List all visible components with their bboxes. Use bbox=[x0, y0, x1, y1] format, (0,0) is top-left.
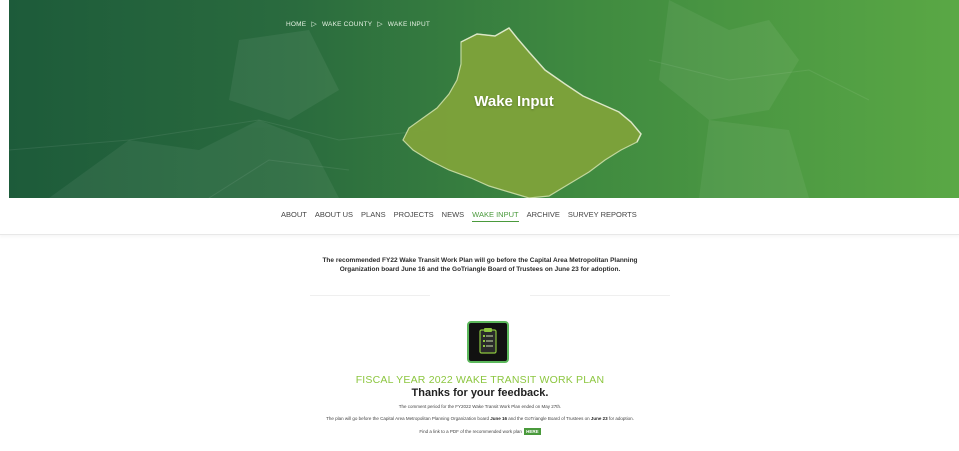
board-date-1: June 16 bbox=[490, 416, 507, 421]
hero-banner: HOME ▷ WAKE COUNTY ▷ WAKE INPUT Wake Inp… bbox=[9, 0, 959, 198]
board-date-2: June 23 bbox=[590, 416, 608, 421]
divider bbox=[310, 295, 430, 296]
pdf-link-label: Find a link to a PDF of the recommended … bbox=[419, 429, 522, 434]
secondary-nav: ABOUT ABOUT US PLANS PROJECTS NEWS WAKE … bbox=[0, 198, 959, 235]
board-text-pre: The plan will go before the Capital Area… bbox=[326, 416, 491, 421]
comment-period-text: The comment period for the FY2022 Wake T… bbox=[398, 404, 562, 409]
announcement: The recommended FY22 Wake Transit Work P… bbox=[260, 256, 700, 274]
clipboard-icon bbox=[467, 321, 509, 363]
breadcrumb: HOME ▷ WAKE COUNTY ▷ WAKE INPUT bbox=[286, 20, 430, 28]
nav-item-archive[interactable]: ARCHIVE bbox=[527, 210, 560, 222]
breadcrumb-current: WAKE INPUT bbox=[387, 21, 431, 28]
breadcrumb-county[interactable]: WAKE COUNTY bbox=[322, 21, 372, 28]
nav-item-plans[interactable]: PLANS bbox=[361, 210, 386, 222]
divider bbox=[530, 295, 670, 296]
nav-item-news[interactable]: NEWS bbox=[442, 210, 465, 222]
board-text-mid: and the GoTriangle Board of Trustees on bbox=[506, 416, 591, 421]
nav-item-wake-input[interactable]: WAKE INPUT bbox=[472, 210, 519, 222]
here-link-button[interactable]: HERE bbox=[524, 428, 541, 435]
breadcrumb-separator-icon: ▷ bbox=[377, 21, 383, 28]
page-title: Wake Input bbox=[474, 93, 554, 110]
breadcrumb-home[interactable]: HOME bbox=[286, 21, 306, 28]
plan-title: FISCAL YEAR 2022 WAKE TRANSIT WORK PLAN bbox=[355, 374, 605, 386]
breadcrumb-separator-icon: ▷ bbox=[311, 21, 317, 28]
nav-item-survey-reports[interactable]: SURVEY REPORTS bbox=[568, 210, 637, 222]
announcement-line-2: Organization board June 16 and the GoTri… bbox=[339, 266, 621, 273]
board-text: The plan will go before the Capital Area… bbox=[230, 416, 730, 421]
announcement-line-1: The recommended FY22 Wake Transit Work P… bbox=[322, 257, 638, 264]
pdf-link-text: Find a link to a PDF of the recommended … bbox=[330, 428, 630, 435]
board-text-post: for adoption. bbox=[607, 416, 634, 421]
thanks-heading: Thanks for your feedback. bbox=[411, 387, 549, 399]
nav-item-about[interactable]: ABOUT bbox=[281, 210, 307, 222]
nav-item-projects[interactable]: PROJECTS bbox=[394, 210, 434, 222]
nav-items: ABOUT ABOUT US PLANS PROJECTS NEWS WAKE … bbox=[281, 210, 637, 222]
nav-item-about-us[interactable]: ABOUT US bbox=[315, 210, 353, 222]
